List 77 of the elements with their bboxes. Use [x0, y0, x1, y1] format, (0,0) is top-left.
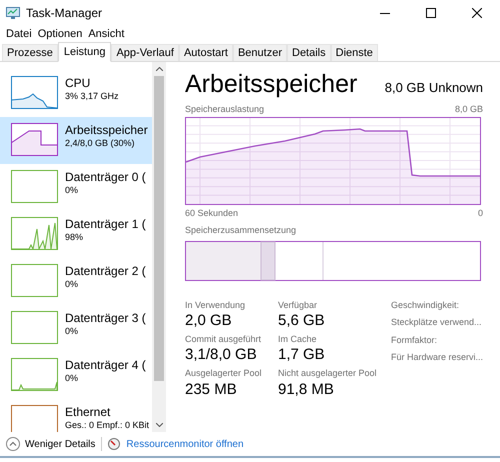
graph-label: Speicherauslastung	[185, 103, 264, 116]
property-label: Steckplätze verwend...	[391, 316, 483, 329]
device-name: Arbeitsspeicher	[65, 123, 148, 138]
property-label: Formfaktor:	[391, 334, 438, 346]
menu-item[interactable]: Optionen	[36, 26, 84, 42]
device-name: Ethernet	[65, 405, 112, 420]
usage-graph-icon	[11, 311, 58, 344]
device-detail: Ges.: 0 Empf.: 0 KBit	[65, 420, 150, 432]
device-name: CPU	[65, 76, 92, 91]
tab[interactable]: Benutzer	[232, 44, 287, 61]
stat-value: 5,6 GB	[278, 312, 326, 331]
usage-graph-icon	[11, 217, 58, 250]
usage-graph-icon	[11, 170, 58, 203]
sidebar-item[interactable]: Datenträger 2 ( 0%	[0, 258, 152, 305]
stat-label: Nicht ausgelagerter Pool	[278, 367, 378, 380]
stat-value: 235 MB	[185, 380, 238, 400]
sidebar-item[interactable]: CPU 3% 3,17 GHz	[0, 70, 152, 117]
time-axis-start: 60 Sekunden	[185, 206, 238, 220]
scroll-up-icon	[156, 67, 162, 71]
stat-label: Commit ausgeführt	[185, 332, 262, 346]
device-detail: 0%	[65, 279, 80, 290]
sidebar-item[interactable]: Ethernet Ges.: 0 Empf.: 0 KBit	[0, 399, 152, 432]
tab[interactable]: Autostart	[178, 44, 233, 61]
device-name: Datenträger 1 (	[65, 217, 146, 232]
device-detail: 2,4/8,0 GB (30%)	[65, 138, 136, 150]
app-icon	[6, 7, 20, 19]
scroll-down-icon	[156, 423, 162, 427]
stat-value: 91,8 MB	[278, 380, 335, 400]
device-name: Datenträger 3 (	[65, 311, 146, 326]
collapse-icon	[6, 437, 20, 451]
time-axis-end: 0	[478, 206, 484, 220]
stat-value: 3,1/8,0 GB	[185, 346, 258, 365]
usage-graph-icon	[11, 123, 58, 156]
tab[interactable]: Leistung	[58, 42, 112, 62]
gauge-icon	[108, 438, 120, 450]
property-label: Für Hardware reservi...	[391, 351, 484, 364]
close-icon	[472, 8, 482, 18]
graph-max: 8,0 GB	[455, 103, 484, 116]
device-detail: 98%	[65, 232, 84, 244]
scrollbar[interactable]	[152, 62, 166, 432]
less-details-button[interactable]: Weniger Details	[6, 436, 96, 452]
stat-label: In Verwendung	[185, 298, 246, 312]
resource-monitor-link[interactable]: Ressourcenmonitor öffnen	[126, 436, 244, 452]
sidebar-item[interactable]: Datenträger 4 ( 0%	[0, 352, 152, 399]
composition-label: Speicherzusammensetzung	[185, 224, 298, 237]
menu-item[interactable]: Ansicht	[86, 26, 126, 42]
tab[interactable]: App-Verlauf	[111, 44, 179, 61]
property-label: Geschwindigkeit:	[391, 298, 460, 312]
memory-size: 8,0 GB Unknown	[384, 78, 484, 96]
tab[interactable]: Details	[287, 44, 331, 61]
stat-label: Im Cache	[278, 332, 318, 346]
menu-item[interactable]: Datei	[4, 26, 34, 42]
tab[interactable]: Dienste	[330, 44, 378, 61]
device-detail: 0%	[65, 326, 80, 338]
usage-graph-icon	[11, 358, 58, 391]
sidebar-item[interactable]: Datenträger 3 ( 0%	[0, 305, 152, 352]
stat-value: 2,0 GB	[185, 312, 233, 331]
device-name: Datenträger 2 (	[65, 264, 146, 279]
minimize-icon	[380, 12, 390, 14]
maximize-icon	[426, 8, 436, 18]
stat-label: Ausgelagerter Pool	[185, 367, 263, 380]
usage-graph-icon	[11, 264, 58, 297]
sidebar-item[interactable]: Arbeitsspeicher 2,4/8,0 GB (30%)	[0, 117, 152, 164]
stat-value: 1,7 GB	[278, 346, 326, 365]
device-name: Datenträger 0 (	[65, 170, 146, 185]
device-detail: 3% 3,17 GHz	[65, 91, 119, 102]
device-detail: 0%	[65, 373, 80, 384]
usage-graph-icon	[11, 76, 58, 109]
device-name: Datenträger 4 (	[65, 358, 146, 373]
sidebar-item[interactable]: Datenträger 0 ( 0%	[0, 164, 152, 211]
usage-graph-icon	[11, 405, 58, 432]
tab[interactable]: Prozesse	[2, 44, 58, 61]
stat-label: Verfügbar	[278, 298, 318, 312]
device-detail: 0%	[65, 185, 80, 196]
page-title: Arbeitsspeicher	[185, 72, 358, 97]
window-title: Task-Manager	[26, 5, 102, 22]
sidebar-item[interactable]: Datenträger 1 ( 98%	[0, 211, 152, 258]
